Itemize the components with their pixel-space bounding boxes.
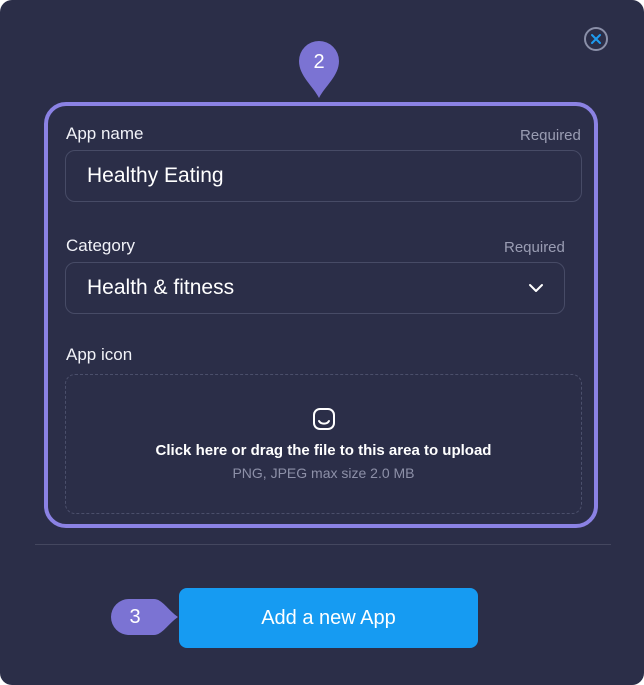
close-button[interactable] (584, 27, 608, 51)
category-label: Category (66, 236, 135, 255)
step-marker-2: 2 (298, 40, 340, 100)
app-name-label: App name (66, 124, 144, 143)
category-value: Health & fitness (87, 276, 235, 299)
image-upload-icon (313, 408, 335, 430)
chevron-down-icon (529, 284, 543, 292)
add-new-app-button[interactable]: Add a new App (179, 588, 478, 648)
icon-upload-dropzone[interactable]: Click here or drag the file to this area… (65, 374, 582, 514)
step-marker-3-label: 3 (129, 605, 141, 628)
category-select[interactable]: Health & fitness (65, 262, 565, 314)
app-icon-label: App icon (66, 345, 133, 364)
add-app-dialog: 2 App name Required Healthy Eating Categ… (0, 0, 644, 685)
app-name-input[interactable]: Healthy Eating (65, 150, 582, 202)
app-name-required: Required (520, 127, 581, 144)
category-required: Required (504, 239, 565, 256)
upload-instruction: Click here or drag the file to this area… (155, 442, 492, 459)
step-marker-2-label: 2 (313, 50, 325, 73)
divider (35, 544, 611, 545)
step-marker-3: 3 (110, 598, 180, 636)
close-icon (591, 34, 601, 44)
app-name-value: Healthy Eating (87, 164, 224, 187)
upload-file-hint: PNG, JPEG max size 2.0 MB (232, 465, 415, 481)
